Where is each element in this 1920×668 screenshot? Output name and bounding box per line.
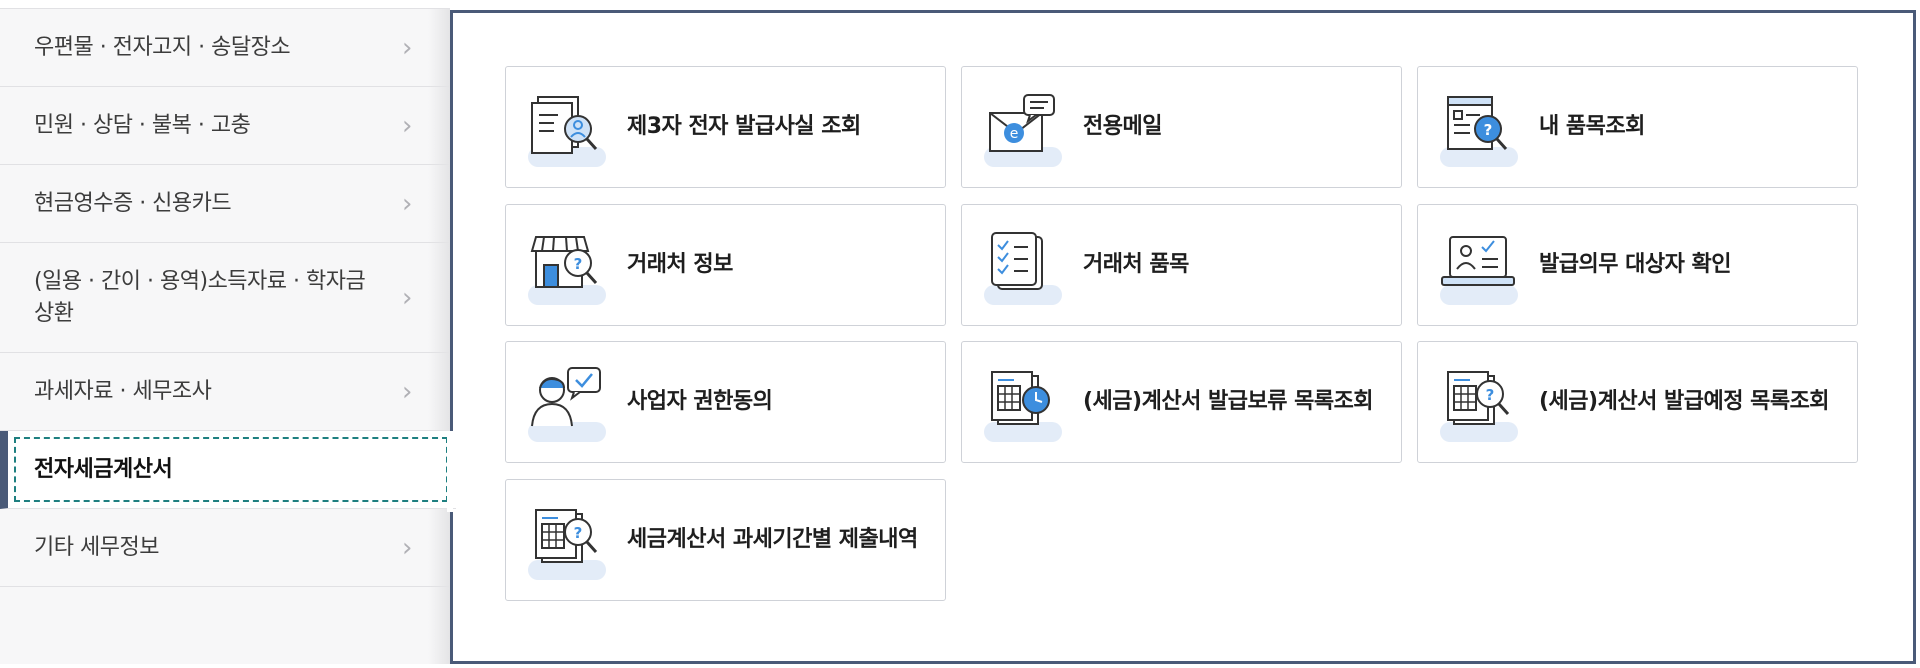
svg-text:e: e: [1010, 126, 1019, 142]
store-search-icon: ?: [528, 227, 608, 305]
card-invoice-issuance-pending-list[interactable]: (세금)계산서 발급보류 목록조회: [961, 341, 1402, 463]
sidebar-item-label: (일용 · 간이 · 용역)소득자료 · 학자금상환: [34, 268, 366, 326]
svg-text:?: ?: [574, 524, 583, 542]
card-label: 발급의무 대상자 확인: [1539, 252, 1731, 277]
card-label: 세금계산서 과세기간별 제출내역: [627, 527, 918, 552]
svg-text:?: ?: [574, 255, 583, 273]
card-client-items[interactable]: 거래처 품목: [961, 204, 1402, 326]
sidebar-item-income-data[interactable]: (일용 · 간이 · 용역)소득자료 · 학자금상환 ›: [0, 243, 450, 353]
chevron-right-icon: ›: [402, 188, 412, 219]
chevron-right-icon: ›: [402, 282, 412, 313]
card-issuance-obligation-check[interactable]: 발급의무 대상자 확인: [1417, 204, 1858, 326]
card-dedicated-mail[interactable]: e 전용메일: [961, 66, 1402, 188]
card-invoice-issuance-scheduled-list[interactable]: ? (세금)계산서 발급예정 목록조회: [1417, 341, 1858, 463]
chevron-right-icon: ›: [402, 532, 412, 563]
ledger-search-icon: ?: [1440, 364, 1520, 442]
sidebar-nav: 우편물 · 전자고지 · 송달장소 › 민원 · 상담 · 불복 · 고충 › …: [0, 8, 456, 664]
e-tax-invoice-menu-panel: 제3자 전자 발급사실 조회 e 전용메일 ? 내 품목조회 ? 거래처 정보 …: [450, 10, 1916, 664]
sidebar-item-label: 전자세금계산서: [34, 456, 173, 482]
sidebar-item-tax-audit[interactable]: 과세자료 · 세무조사 ›: [0, 353, 450, 431]
card-third-party-issuance-lookup[interactable]: 제3자 전자 발급사실 조회: [505, 66, 946, 188]
sidebar-item-e-tax-invoice[interactable]: 전자세금계산서: [0, 431, 456, 509]
sidebar-item-cash-receipt[interactable]: 현금영수증 · 신용카드 ›: [0, 165, 450, 243]
card-label: 거래처 품목: [1083, 252, 1189, 277]
id-card-check-icon: [1440, 227, 1520, 305]
card-business-authorization-consent[interactable]: 사업자 권한동의: [505, 341, 946, 463]
card-label: (세금)계산서 발급예정 목록조회: [1539, 389, 1830, 414]
chevron-right-icon: ›: [402, 376, 412, 407]
card-client-info[interactable]: ? 거래처 정보: [505, 204, 946, 326]
svg-text:?: ?: [1486, 386, 1495, 404]
checklist-icon: [984, 227, 1064, 305]
ledger-clock-icon: [984, 364, 1064, 442]
card-invoice-submission-by-tax-period[interactable]: ? 세금계산서 과세기간별 제출내역: [505, 479, 946, 601]
card-label: 제3자 전자 발급사실 조회: [627, 114, 861, 139]
chevron-right-icon: ›: [402, 110, 412, 141]
sidebar-item-mail[interactable]: 우편물 · 전자고지 · 송달장소 ›: [0, 9, 450, 87]
ledger-search-icon: ?: [528, 502, 608, 580]
chevron-right-icon: ›: [402, 32, 412, 63]
sidebar-item-label: 기타 세무정보: [34, 534, 159, 560]
card-label: 거래처 정보: [627, 252, 733, 277]
sidebar-item-label: 우편물 · 전자고지 · 송달장소: [34, 34, 291, 60]
document-search-icon: [528, 89, 608, 167]
user-consent-icon: [528, 364, 608, 442]
sidebar-item-label: 현금영수증 · 신용카드: [34, 190, 232, 216]
sidebar-item-other-tax-info[interactable]: 기타 세무정보 ›: [0, 509, 450, 587]
card-my-item-lookup[interactable]: ? 내 품목조회: [1417, 66, 1858, 188]
card-label: 전용메일: [1083, 114, 1162, 139]
item-lookup-icon: ?: [1440, 89, 1520, 167]
panel-tab-connector: [447, 432, 453, 512]
svg-text:?: ?: [1484, 121, 1493, 139]
sidebar-item-complaints[interactable]: 민원 · 상담 · 불복 · 고충 ›: [0, 87, 450, 165]
sidebar-item-label: 민원 · 상담 · 불복 · 고충: [34, 112, 251, 138]
card-label: (세금)계산서 발급보류 목록조회: [1083, 389, 1374, 414]
sidebar-item-label: 과세자료 · 세무조사: [34, 378, 212, 404]
card-label: 사업자 권한동의: [627, 389, 773, 414]
card-label: 내 품목조회: [1539, 114, 1645, 139]
email-icon: e: [984, 89, 1064, 167]
